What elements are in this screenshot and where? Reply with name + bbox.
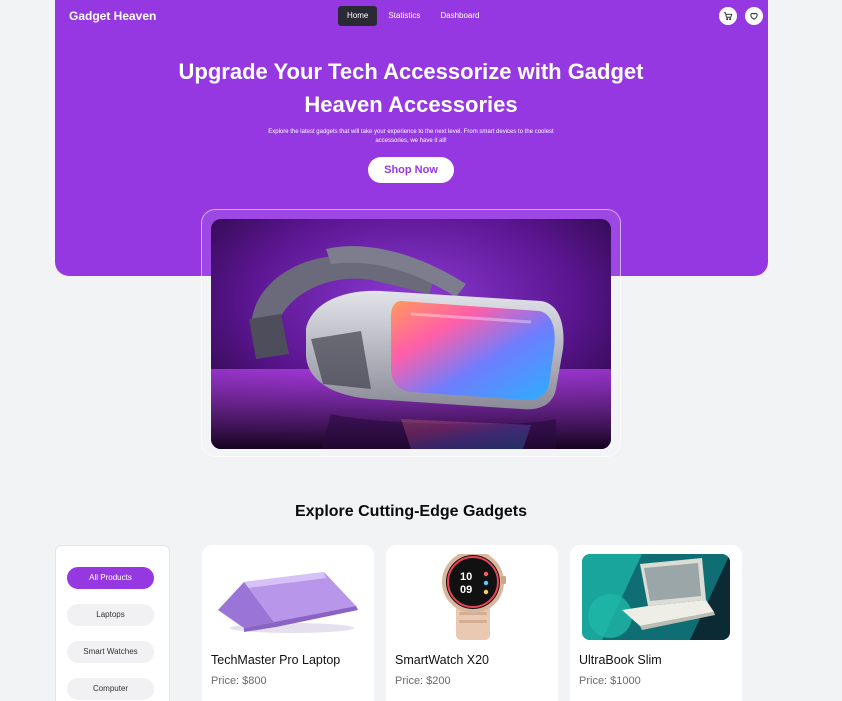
product-card[interactable]: TechMaster Pro Laptop Price: $800 xyxy=(202,545,374,701)
section-title: Explore Cutting-Edge Gadgets xyxy=(294,503,527,520)
cart-icon xyxy=(723,12,733,21)
product-card[interactable]: UltraBook Slim Price: $1000 xyxy=(570,545,742,701)
product-card[interactable]: 10 09 SmartWatch X20 Price: $200 xyxy=(386,545,558,701)
laptop-image xyxy=(214,554,362,640)
shop-now-button[interactable]: Shop Now xyxy=(368,157,454,183)
product-price: Price: $800 xyxy=(211,675,267,687)
category-sidebar: All Products Laptops Smart Watches Compu… xyxy=(55,545,170,701)
hero-title: Upgrade Your Tech Accessorize with Gadge… xyxy=(178,59,644,117)
product-price: Price: $1000 xyxy=(579,675,641,687)
heart-icon xyxy=(750,12,758,20)
nav-home[interactable]: Home xyxy=(338,6,378,26)
category-smart-watches[interactable]: Smart Watches xyxy=(67,641,154,663)
product-name: TechMaster Pro Laptop xyxy=(211,653,341,667)
product-price: Price: $200 xyxy=(395,675,451,687)
cart-button[interactable] xyxy=(719,7,737,25)
svg-text:10: 10 xyxy=(460,571,472,583)
wishlist-button[interactable] xyxy=(745,7,763,25)
product-name: SmartWatch X20 xyxy=(395,653,490,667)
vr-headset-image xyxy=(211,219,611,449)
nav-statistics[interactable]: Statistics xyxy=(379,6,429,26)
smartwatch-image: 10 09 xyxy=(398,554,546,640)
hero-subtitle: Explore the latest gadgets that will tak… xyxy=(268,129,554,144)
brand-logo[interactable]: Gadget Heaven xyxy=(69,9,156,23)
category-computer[interactable]: Computer xyxy=(67,678,154,700)
main-nav: Home Statistics Dashboard xyxy=(338,6,489,26)
ultrabook-image xyxy=(582,554,730,640)
product-name: UltraBook Slim xyxy=(579,653,662,667)
svg-text:09: 09 xyxy=(460,584,472,596)
category-laptops[interactable]: Laptops xyxy=(67,604,154,626)
category-all-products[interactable]: All Products xyxy=(67,567,154,589)
nav-dashboard[interactable]: Dashboard xyxy=(431,6,488,26)
